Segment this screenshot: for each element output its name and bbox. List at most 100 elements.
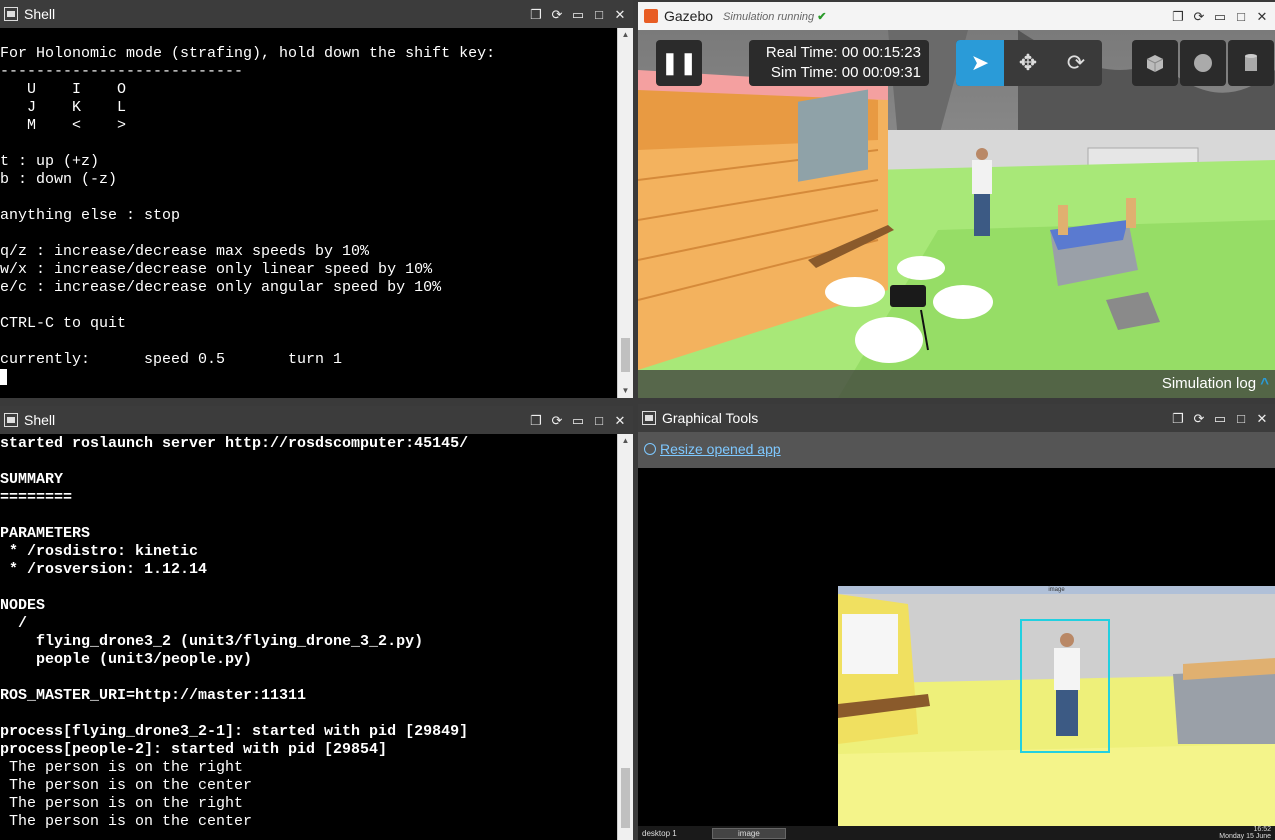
terminal-icon bbox=[4, 7, 18, 21]
terminal-line: flying_drone3_2 (unit3/flying_drone_3_2.… bbox=[0, 633, 424, 650]
terminal-line: The person is on the right bbox=[0, 795, 244, 812]
restore-icon[interactable]: ❐ bbox=[1169, 409, 1187, 427]
close-icon[interactable]: ✕ bbox=[611, 411, 629, 429]
terminal-line: The person is on the center bbox=[0, 777, 253, 794]
maximize-icon[interactable]: □ bbox=[1232, 409, 1250, 427]
refresh-icon[interactable]: ⟳ bbox=[1190, 7, 1208, 25]
sim-time-value: 00 00:09:31 bbox=[841, 64, 921, 81]
close-icon[interactable]: ✕ bbox=[1253, 7, 1271, 25]
terminal-cursor bbox=[0, 369, 7, 386]
scroll-up-icon[interactable]: ▲ bbox=[618, 28, 633, 42]
monitor-icon bbox=[642, 411, 656, 425]
status-text: Simulation running bbox=[723, 10, 815, 23]
person-model[interactable] bbox=[972, 148, 992, 236]
terminal-line: PARAMETERS bbox=[0, 525, 91, 542]
terminal-output[interactable]: started roslaunch server http://rosdscom… bbox=[0, 435, 617, 840]
refresh-icon[interactable]: ⟳ bbox=[1190, 409, 1208, 427]
terminal-line: currently: speed 0.5 turn 1 bbox=[0, 351, 343, 368]
scroll-thumb[interactable] bbox=[621, 768, 630, 828]
scroll-down-icon[interactable]: ▼ bbox=[618, 384, 633, 398]
terminal-line: --------------------------- bbox=[0, 63, 244, 80]
shell-top-panel: Shell ❐ ⟳ ▭ □ ✕ For Holonomic mode (stra… bbox=[0, 0, 633, 398]
clock-time: 16:52 bbox=[1253, 826, 1271, 833]
scrollbar[interactable]: ▲ bbox=[617, 434, 633, 840]
terminal-line: anything else : stop bbox=[0, 207, 181, 224]
real-time-value: 00 00:15:23 bbox=[841, 44, 921, 61]
window-title: Graphical Tools bbox=[662, 410, 759, 426]
gazebo-logo-icon bbox=[644, 9, 658, 23]
remote-desktop[interactable]: image desktop 1 image 16:52 Monday 15 Jun… bbox=[638, 468, 1275, 840]
gazebo-viewport[interactable]: ❚❚ Real Time: 00 00:15:23 Sim Time: 00 0… bbox=[638, 30, 1275, 398]
terminal-line: process[flying_drone3_2-1]: started with… bbox=[0, 723, 469, 740]
maximize-icon[interactable]: □ bbox=[590, 5, 608, 23]
taskbar-image-item[interactable]: image bbox=[712, 827, 786, 839]
minimize-icon[interactable]: ▭ bbox=[1211, 7, 1229, 25]
camera-image bbox=[838, 594, 1275, 828]
minimize-icon[interactable]: ▭ bbox=[1211, 409, 1229, 427]
close-icon[interactable]: ✕ bbox=[1253, 409, 1271, 427]
shell-bottom-titlebar: Shell ❐ ⟳ ▭ □ ✕ bbox=[0, 406, 633, 434]
shell-bottom-panel: Shell ❐ ⟳ ▭ □ ✕ started roslaunch server… bbox=[0, 406, 633, 840]
scrollbar[interactable]: ▲ ▼ bbox=[617, 28, 633, 398]
gazebo-titlebar: Gazebo Simulation running ✔ ❐ ⟳ ▭ □ ✕ bbox=[638, 2, 1275, 30]
restore-icon[interactable]: ❐ bbox=[527, 5, 545, 23]
resize-opened-app-link[interactable]: Resize opened app bbox=[644, 441, 781, 457]
image-window[interactable]: image bbox=[838, 586, 1275, 828]
terminal-icon bbox=[4, 413, 18, 427]
terminal-line: NODES bbox=[0, 597, 46, 614]
box-shape-icon[interactable] bbox=[1132, 40, 1178, 86]
select-tool-icon[interactable]: ➤ bbox=[956, 40, 1004, 86]
rotate-tool-icon[interactable]: ⟳ bbox=[1052, 40, 1100, 86]
terminal-line: * /rosdistro: kinetic bbox=[0, 543, 199, 560]
minimize-icon[interactable]: ▭ bbox=[569, 5, 587, 23]
terminal-line: people (unit3/people.py) bbox=[0, 651, 253, 668]
shape-tools bbox=[1132, 40, 1275, 86]
gazebo-toolbar: ❚❚ Real Time: 00 00:15:23 Sim Time: 00 0… bbox=[656, 40, 1274, 88]
sphere-shape-icon[interactable] bbox=[1180, 40, 1226, 86]
remote-taskbar: desktop 1 image 16:52 Monday 15 June bbox=[638, 826, 1275, 840]
window-title: Shell bbox=[24, 6, 56, 22]
chevron-up-icon[interactable]: ^ bbox=[1260, 375, 1269, 392]
terminal-line: process[people-2]: started with pid [298… bbox=[0, 741, 388, 758]
scroll-up-icon[interactable]: ▲ bbox=[618, 434, 633, 448]
terminal-line: * /rosversion: 1.12.14 bbox=[0, 561, 208, 578]
real-time-label: Real Time: bbox=[765, 44, 838, 61]
maximize-icon[interactable]: □ bbox=[1232, 7, 1250, 25]
terminal-line: J K L bbox=[0, 99, 127, 116]
close-icon[interactable]: ✕ bbox=[611, 5, 629, 23]
shell-top-titlebar: Shell ❐ ⟳ ▭ □ ✕ bbox=[0, 0, 633, 28]
terminal-line: b : down (-z) bbox=[0, 171, 118, 188]
gazebo-panel: Gazebo Simulation running ✔ ❐ ⟳ ▭ □ ✕ ❚❚… bbox=[638, 2, 1275, 398]
terminal-line: CTRL-C to quit bbox=[0, 315, 127, 332]
terminal-line: w/x : increase/decrease only linear spee… bbox=[0, 261, 433, 278]
window-title: Shell bbox=[24, 412, 56, 428]
refresh-icon[interactable]: ⟳ bbox=[548, 5, 566, 23]
restore-icon[interactable]: ❐ bbox=[1169, 7, 1187, 25]
check-icon: ✔ bbox=[817, 10, 827, 23]
restore-icon[interactable]: ❐ bbox=[527, 411, 545, 429]
simulation-log-bar[interactable]: Simulation log ^ bbox=[638, 370, 1275, 398]
refresh-icon[interactable]: ⟳ bbox=[548, 411, 566, 429]
pause-button[interactable]: ❚❚ bbox=[656, 40, 702, 86]
minimize-icon[interactable]: ▭ bbox=[569, 411, 587, 429]
terminal-line: For Holonomic mode (strafing), hold down… bbox=[0, 45, 496, 62]
translate-tool-icon[interactable]: ✥ bbox=[1004, 40, 1052, 86]
terminal-output[interactable]: For Holonomic mode (strafing), hold down… bbox=[0, 45, 617, 398]
terminal-line: ROS_MASTER_URI=http://master:11311 bbox=[0, 687, 307, 704]
manipulation-tools: ➤ ✥ ⟳ bbox=[956, 40, 1102, 86]
taskbar-desktop[interactable]: desktop 1 bbox=[642, 829, 712, 838]
terminal-line: e/c : increase/decrease only angular spe… bbox=[0, 279, 442, 296]
terminal-line: The person is on the center bbox=[0, 813, 253, 830]
maximize-icon[interactable]: □ bbox=[590, 411, 608, 429]
cylinder-shape-icon[interactable] bbox=[1228, 40, 1274, 86]
terminal-line: / bbox=[0, 615, 28, 632]
scroll-thumb[interactable] bbox=[621, 338, 630, 372]
